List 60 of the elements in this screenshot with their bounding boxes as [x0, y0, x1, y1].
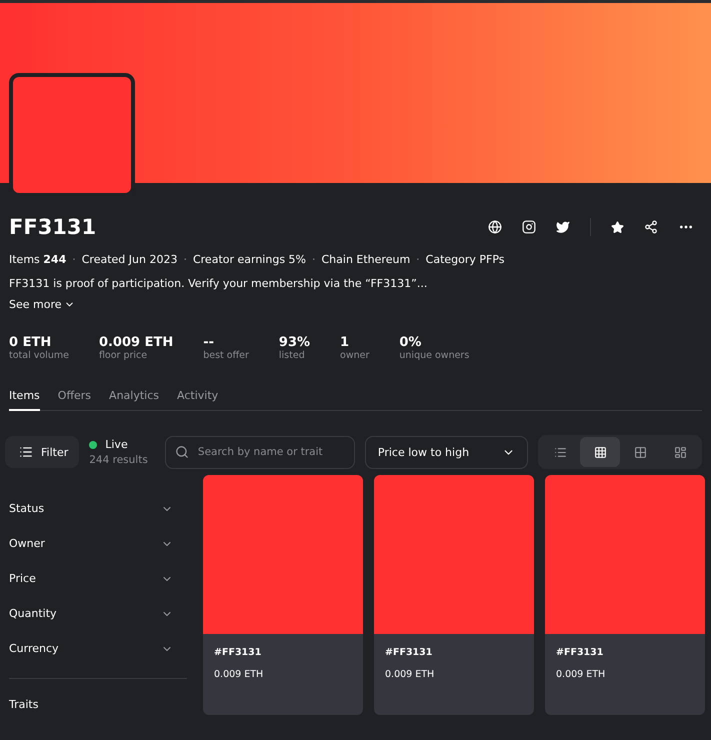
stat-value: --	[203, 335, 216, 350]
stat-label: total volume	[9, 350, 69, 361]
status-label: Live	[105, 438, 128, 451]
meta-item: Created Jun 2023	[82, 253, 178, 266]
list-layout-icon	[554, 446, 566, 458]
item-price: 0.009 ETH	[556, 669, 606, 680]
filter-section[interactable]: Traits	[9, 687, 187, 722]
stat-value: 93%	[278, 335, 310, 350]
collection-description: FF3131 is proof of participation. Verify your membership via the “FF3131”...	[9, 277, 428, 290]
large-layout-icon	[634, 446, 646, 458]
filter-section[interactable]: Price	[9, 561, 187, 596]
mosaic-layout-icon	[674, 446, 686, 458]
item-price: 0.009 ETH	[385, 669, 436, 680]
item-price: 0.009 ETH	[214, 669, 264, 680]
stat-label: unique owners	[399, 350, 470, 361]
item-name: #FF3131	[385, 647, 434, 658]
item-card[interactable]: #FF3131 0.009 ETH	[545, 475, 705, 715]
sort-dropdown[interactable]: Price low to high	[364, 436, 528, 468]
stat-label: floor price	[98, 350, 148, 361]
tab[interactable]: Offers	[58, 389, 92, 411]
stat-label: best offer	[203, 350, 249, 361]
see-more-button[interactable]: See more	[9, 298, 75, 311]
item-name: #FF3131	[214, 647, 262, 658]
search-icon	[174, 444, 189, 458]
filter-icon	[19, 445, 33, 459]
separator-dot: ·	[312, 253, 316, 266]
item-card[interactable]: #FF3131 0.009 ETH	[203, 475, 363, 715]
stat-value: 0.009 ETH	[98, 335, 174, 350]
tab[interactable]: Analytics	[109, 389, 159, 411]
separator-dot: ·	[183, 253, 187, 266]
globe-icon[interactable]	[488, 220, 502, 234]
filter-section[interactable]: Quantity	[9, 596, 187, 631]
collection-title: FF3131	[9, 215, 96, 239]
tab[interactable]: Items	[9, 389, 40, 411]
star-icon[interactable]	[611, 220, 624, 234]
item-card[interactable]: #FF3131 0.009 ETH	[374, 475, 534, 715]
stat-value: 1	[340, 335, 350, 350]
grid-layout-icon	[594, 446, 606, 458]
stat-label: listed	[278, 350, 306, 361]
filter-section[interactable]: Status	[9, 491, 187, 526]
results-count: 244 results	[89, 454, 149, 466]
stat-value: 0 ETH	[9, 335, 52, 350]
twitter-icon[interactable]	[556, 220, 570, 234]
instagram-icon[interactable]	[522, 220, 536, 234]
tab[interactable]: Activity	[177, 389, 218, 411]
filter-section[interactable]: Owner	[9, 526, 187, 561]
meta-item: Chain Ethereum	[322, 253, 410, 266]
filter-button[interactable]: Filter	[5, 436, 80, 468]
grid-view-button[interactable]	[580, 437, 620, 467]
stat-value: 0%	[399, 335, 422, 350]
filter-section[interactable]: Currency	[9, 631, 187, 666]
meta-item: Category PFPs	[426, 253, 505, 266]
share-icon[interactable]	[644, 220, 658, 234]
separator-dot: ·	[416, 253, 420, 266]
separator-dot: ·	[72, 253, 76, 266]
meta-item: Creator earnings 5%	[192, 253, 306, 266]
search-field[interactable]: Search by name or trait	[164, 436, 355, 468]
item-name: #FF3131	[556, 647, 604, 658]
meta-item: Items 244	[9, 253, 66, 266]
stat-label: owner	[340, 350, 370, 361]
